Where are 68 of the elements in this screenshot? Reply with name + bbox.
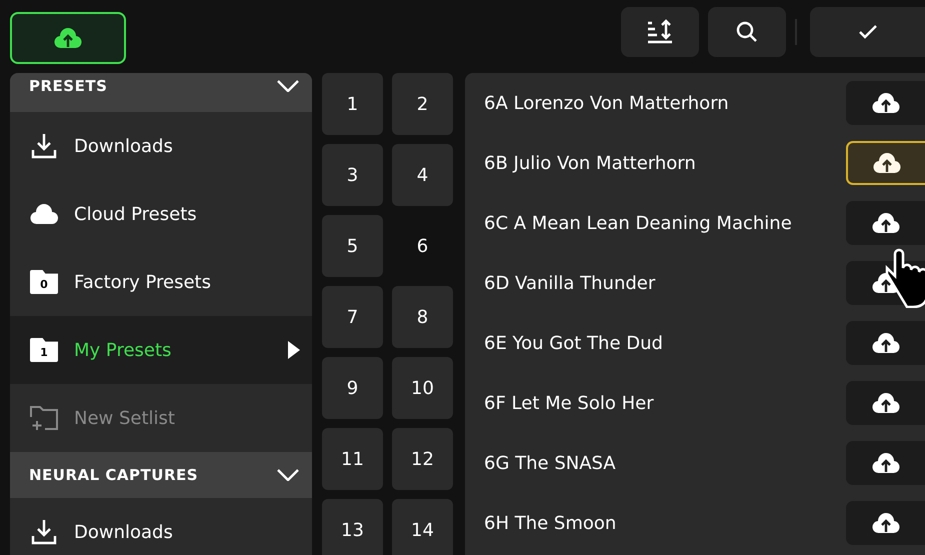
checkmark-icon	[856, 22, 878, 40]
preset-name[interactable]: 6D Vanilla Thunder	[484, 272, 656, 294]
upload-button[interactable]	[846, 501, 925, 545]
preset-name[interactable]: 6B Julio Von Matterhorn	[484, 152, 696, 174]
upload-button[interactable]	[846, 81, 925, 125]
upload-button[interactable]	[846, 141, 925, 185]
play-icon	[288, 341, 300, 359]
cloud-upload-icon	[870, 391, 900, 415]
search-button[interactable]	[708, 6, 786, 56]
sidebar-item[interactable]: 0 Factory Presets	[10, 248, 312, 316]
download-icon	[31, 133, 57, 159]
bank-button[interactable]: 7	[322, 286, 383, 348]
cloud-upload-icon	[870, 511, 900, 535]
bank-button[interactable]: 8	[392, 286, 453, 348]
chevron-icon	[277, 80, 299, 92]
section-header[interactable]: NEURAL CAPTURES	[10, 452, 312, 498]
preset-name[interactable]: 6E You Got The Dud	[484, 332, 663, 354]
bank-button[interactable]: 14	[392, 499, 453, 555]
cloud-icon	[30, 203, 58, 225]
upload-button[interactable]	[846, 441, 925, 485]
new-folder-icon	[29, 405, 59, 431]
hand-cursor-icon	[885, 248, 925, 308]
cloud-upload-icon	[870, 91, 900, 115]
section-header[interactable]: PRESETS	[10, 73, 312, 112]
preset-name[interactable]: 6A Lorenzo Von Matterhorn	[484, 92, 729, 114]
folder-count: 0	[40, 278, 48, 293]
cloud-upload-icon	[872, 151, 902, 175]
section-title: NEURAL CAPTURES	[29, 466, 198, 484]
cloud-upload-icon	[53, 26, 83, 50]
sidebar-item-label: Cloud Presets	[74, 204, 198, 224]
sidebar-item[interactable]: Downloads	[10, 498, 312, 555]
cloud-upload-icon	[870, 451, 900, 475]
sort-button[interactable]	[621, 6, 699, 56]
search-icon	[735, 20, 759, 44]
bank-button[interactable]: 11	[322, 428, 383, 490]
preset-name[interactable]: 6C A Mean Lean Deaning Machine	[484, 212, 792, 234]
sidebar-item-label: Factory Presets	[74, 272, 212, 292]
section-title: PRESETS	[29, 76, 108, 94]
bank-button[interactable]: 5	[322, 215, 383, 277]
upload-button[interactable]	[846, 381, 925, 425]
sidebar-item-label: My Presets	[74, 340, 172, 360]
cloud-upload-button[interactable]	[10, 12, 126, 64]
preset-name[interactable]: 6H The Smoon	[484, 512, 616, 534]
preset-name[interactable]: 6G The SNASA	[484, 452, 616, 474]
bank-button[interactable]: 4	[392, 144, 453, 206]
cloud-upload-icon	[870, 331, 900, 355]
download-icon	[31, 519, 57, 545]
sidebar-item-label: New Setlist	[74, 408, 176, 428]
sort-icon	[646, 18, 674, 46]
upload-button[interactable]	[846, 201, 925, 245]
sidebar-item[interactable]: Downloads	[10, 112, 312, 180]
preset-name[interactable]: 6F Let Me Solo Her	[484, 392, 654, 414]
sidebar-item-label: Downloads	[74, 136, 174, 156]
bank-button[interactable]: 2	[392, 73, 453, 135]
bank-button[interactable]: 10	[392, 357, 453, 419]
bank-button[interactable]: 12	[392, 428, 453, 490]
chevron-icon	[277, 469, 299, 481]
bank-button[interactable]: 6	[392, 215, 453, 277]
bank-button[interactable]: 13	[322, 499, 383, 555]
sidebar-item-label: Downloads	[74, 522, 174, 542]
cloud-upload-icon	[870, 211, 900, 235]
bank-button[interactable]: 3	[322, 144, 383, 206]
bank-button[interactable]: 1	[322, 73, 383, 135]
bank-button[interactable]: 9	[322, 357, 383, 419]
upload-button[interactable]	[846, 321, 925, 365]
sidebar-item[interactable]: 1 My Presets	[10, 316, 312, 384]
sidebar-item[interactable]: Cloud Presets	[10, 180, 312, 248]
folder-count: 1	[40, 346, 48, 361]
